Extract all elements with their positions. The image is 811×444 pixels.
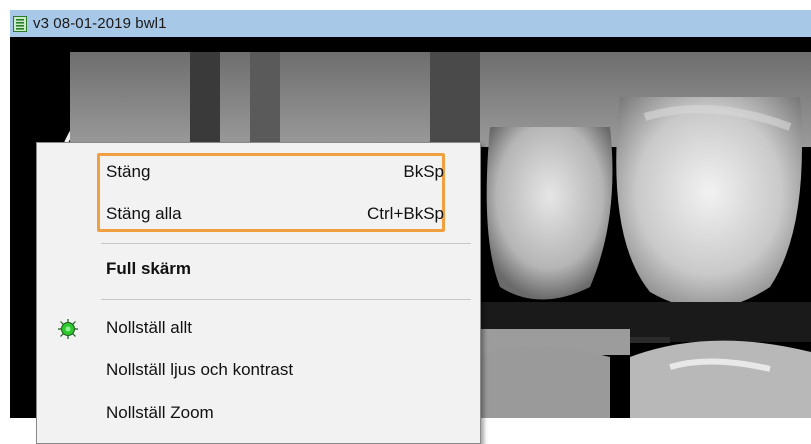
menu-item-reset-all[interactable]: Nollställ allt [37,314,480,342]
menu-item-close[interactable]: Stäng BkSp [37,158,480,186]
menu-item-label: Stäng alla [106,204,182,223]
document-list-icon [13,15,27,32]
menu-item-close-all[interactable]: Stäng alla Ctrl+BkSp [37,200,480,228]
menu-item-label: Nollställ ljus och kontrast [106,360,294,379]
menu-item-shortcut: BkSp [403,162,444,181]
menu-item-reset-zoom[interactable]: Nollställ Zoom [37,399,480,427]
menu-item-full-screen[interactable]: Full skärm [37,255,480,283]
menu-separator [101,243,471,244]
window-title: v3 08-01-2019 bwl1 [33,15,167,32]
menu-item-label: Nollställ Zoom [106,403,214,422]
menu-item-label: Stäng [106,162,151,181]
context-menu: Stäng BkSp Stäng alla Ctrl+BkSp Full skä… [36,142,481,444]
title-bar: v3 08-01-2019 bwl1 [10,10,811,37]
menu-item-reset-brightness-contrast[interactable]: Nollställ ljus och kontrast [37,356,480,384]
menu-item-label: Full skärm [106,259,192,278]
menu-item-label: Nollställ allt [106,318,192,337]
menu-separator [101,299,471,300]
menu-item-shortcut: Ctrl+BkSp [367,204,444,223]
